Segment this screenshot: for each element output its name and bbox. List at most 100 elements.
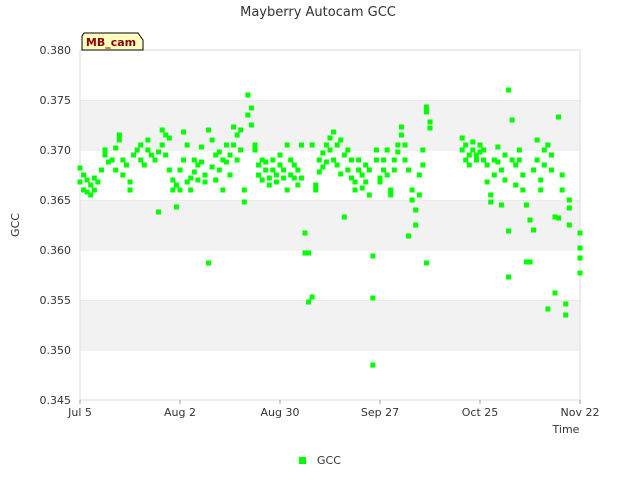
- data-point: [134, 147, 140, 153]
- data-point: [459, 147, 465, 153]
- legend: GCC: [299, 454, 341, 467]
- data-point: [506, 274, 512, 280]
- data-point: [363, 162, 369, 168]
- data-point: [373, 157, 379, 163]
- data-point: [281, 175, 287, 181]
- y-axis-ticks: 0.345 0.350 0.355 0.360 0.365 0.370 0.375 0.380: [40, 44, 72, 407]
- data-point: [527, 259, 533, 265]
- data-point: [541, 162, 547, 168]
- data-point: [370, 253, 376, 259]
- data-point: [266, 175, 272, 181]
- data-point: [366, 167, 372, 173]
- data-point: [98, 167, 104, 173]
- data-point: [316, 157, 322, 163]
- data-point: [238, 127, 244, 133]
- data-point: [77, 165, 83, 171]
- data-point: [370, 362, 376, 368]
- data-point: [166, 167, 172, 173]
- data-point: [206, 127, 212, 133]
- data-point: [116, 132, 122, 138]
- data-point: [498, 167, 504, 173]
- data-point: [377, 179, 383, 185]
- data-point: [577, 255, 583, 261]
- data-point: [388, 192, 394, 198]
- data-point: [206, 260, 212, 266]
- data-point: [309, 294, 315, 300]
- grid-bands: [80, 49, 580, 400]
- data-point: [188, 187, 194, 193]
- data-point: [270, 157, 276, 163]
- data-point: [345, 147, 351, 153]
- data-point: [345, 167, 351, 173]
- data-point: [177, 167, 183, 173]
- data-point: [248, 105, 254, 111]
- data-point: [534, 157, 540, 163]
- data-point: [102, 147, 108, 153]
- data-point: [81, 172, 87, 178]
- data-point: [463, 157, 469, 163]
- data-point: [506, 228, 512, 234]
- data-point: [113, 145, 119, 151]
- data-point: [202, 179, 208, 185]
- y-tick-label: 0.370: [40, 144, 72, 157]
- data-point: [502, 152, 508, 158]
- data-point: [223, 159, 229, 165]
- data-point: [373, 147, 379, 153]
- data-point: [381, 167, 387, 173]
- data-point: [216, 149, 222, 155]
- data-point: [398, 124, 404, 130]
- data-point: [91, 187, 97, 193]
- data-point: [495, 159, 501, 165]
- grid-band: [80, 200, 580, 250]
- data-point: [84, 177, 90, 183]
- data-point: [423, 260, 429, 266]
- data-point: [191, 169, 197, 175]
- data-point: [391, 157, 397, 163]
- y-tick-label: 0.345: [40, 394, 72, 407]
- data-point: [381, 157, 387, 163]
- data-point: [341, 152, 347, 158]
- data-point: [416, 172, 422, 178]
- data-point: [559, 187, 565, 193]
- data-point: [195, 177, 201, 183]
- data-point: [198, 144, 204, 150]
- data-point: [302, 230, 308, 236]
- data-point: [488, 192, 494, 198]
- data-point: [266, 182, 272, 188]
- data-point: [252, 147, 258, 153]
- data-point: [273, 179, 279, 185]
- data-point: [277, 152, 283, 158]
- data-point: [338, 137, 344, 143]
- data-point: [241, 199, 247, 205]
- data-point: [470, 147, 476, 153]
- data-point: [488, 199, 494, 205]
- data-point: [481, 157, 487, 163]
- data-point: [306, 299, 312, 305]
- data-point: [291, 162, 297, 168]
- grid-band: [80, 300, 580, 350]
- data-point: [331, 157, 337, 163]
- data-point: [395, 149, 401, 155]
- y-tick-label: 0.350: [40, 344, 72, 357]
- data-point: [559, 172, 565, 178]
- data-point: [402, 142, 408, 148]
- data-point: [548, 152, 554, 158]
- data-point: [145, 137, 151, 143]
- data-point: [173, 182, 179, 188]
- data-point: [77, 179, 83, 185]
- data-point: [163, 152, 169, 158]
- data-point: [334, 162, 340, 168]
- data-point: [420, 147, 426, 153]
- data-point: [548, 167, 554, 173]
- x-axis-label: Time: [552, 423, 580, 436]
- data-point: [498, 202, 504, 208]
- data-point: [323, 142, 329, 148]
- data-point: [531, 167, 537, 173]
- data-point: [177, 187, 183, 193]
- data-point: [406, 167, 412, 173]
- data-point: [509, 117, 515, 123]
- data-point: [127, 187, 133, 193]
- data-point: [209, 137, 215, 143]
- chart-title: Mayberry Autocam GCC: [240, 5, 396, 20]
- data-point: [409, 197, 415, 203]
